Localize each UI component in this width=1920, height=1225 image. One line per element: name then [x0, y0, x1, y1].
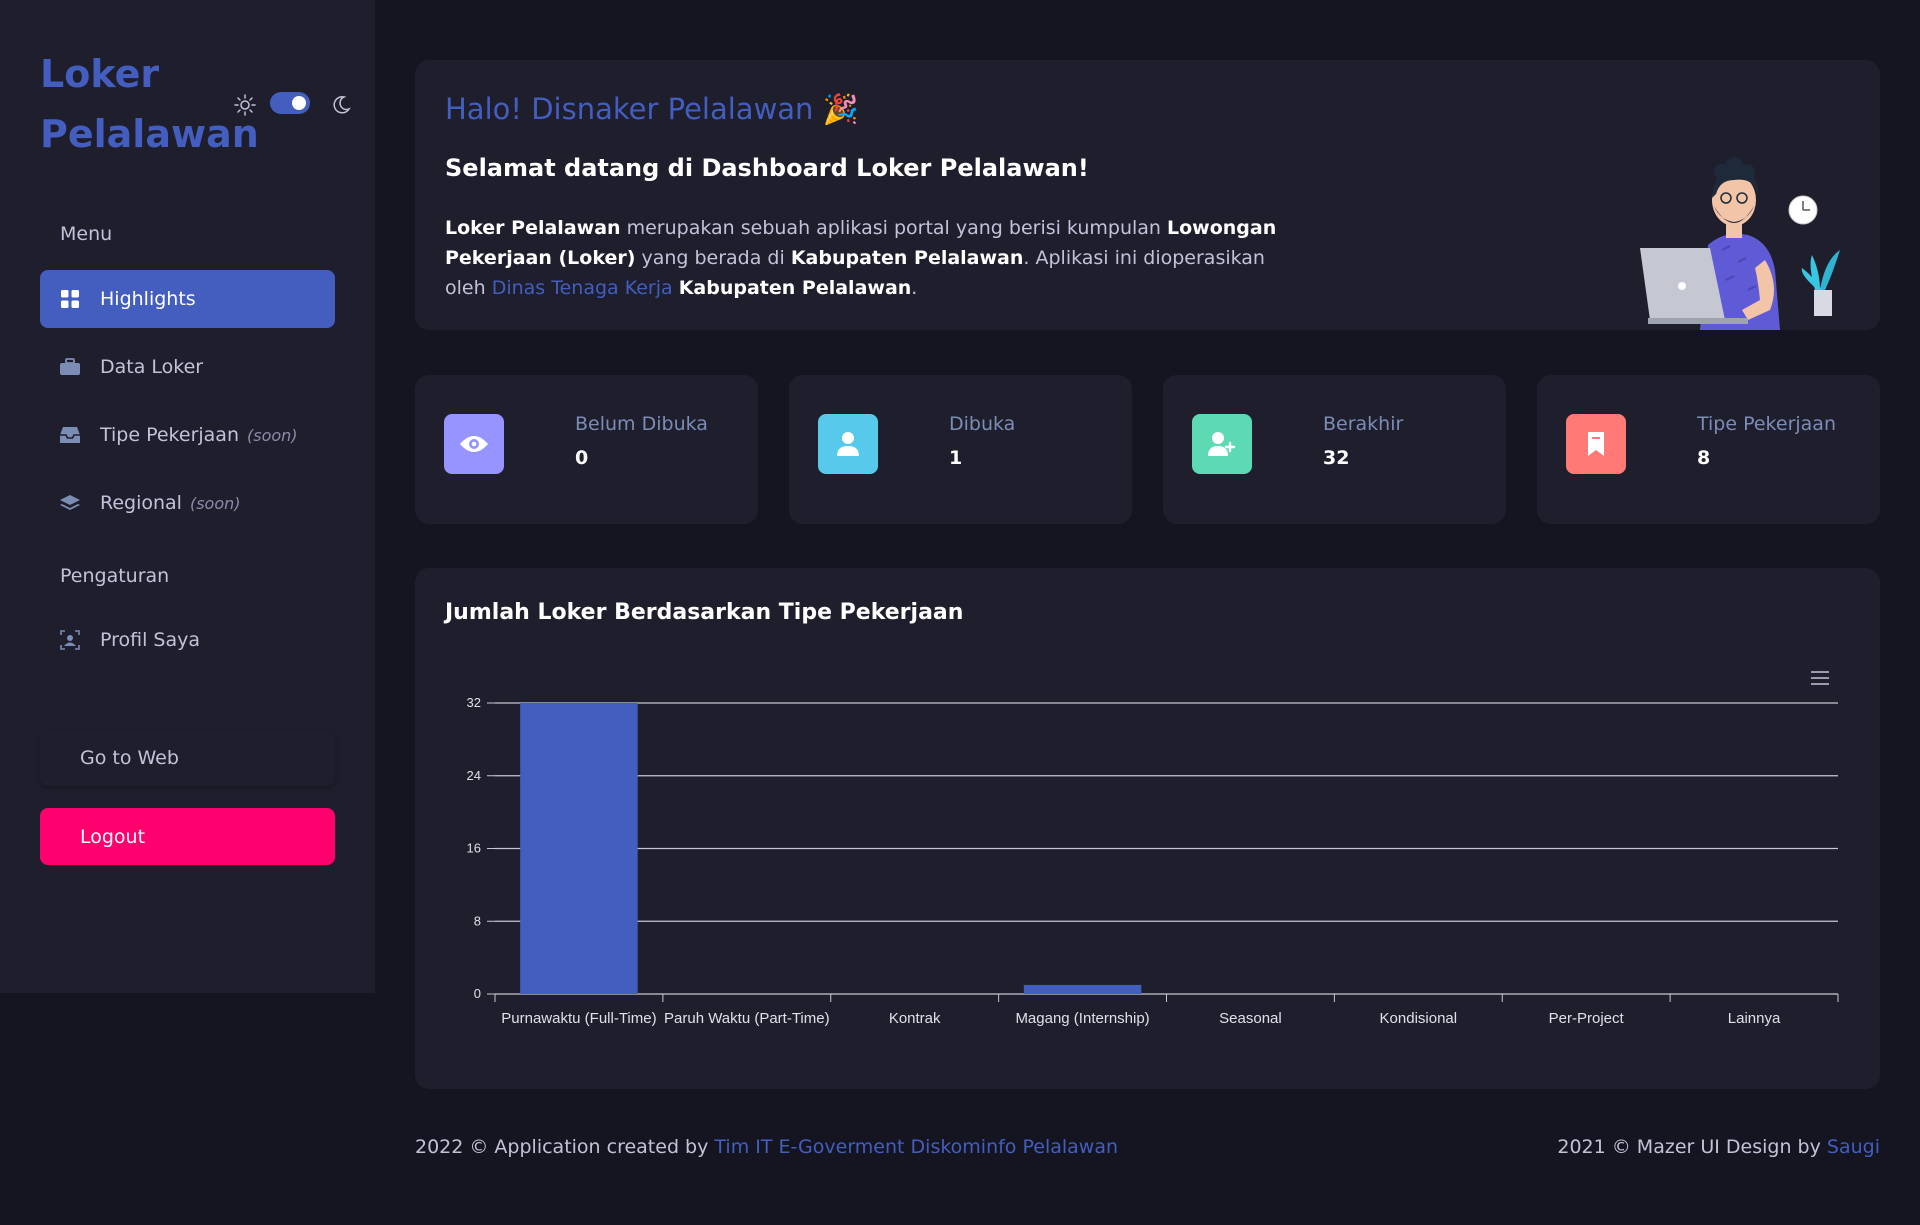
inbox-icon: [60, 425, 80, 445]
bookmark-icon: [1566, 414, 1626, 474]
stat-label: Tipe Pekerjaan: [1697, 413, 1836, 435]
x-tick-label: Purnawaktu (Full-Time): [501, 1010, 656, 1027]
footer-credit-link[interactable]: Tim IT E-Goverment Diskominfo Pelalawan: [714, 1136, 1118, 1158]
sidebar-item-data-loker[interactable]: Data Loker: [40, 338, 335, 396]
switch-knob: [292, 96, 306, 110]
welcome-title: Selamat datang di Dashboard Loker Pelala…: [445, 154, 1089, 182]
person-icon: [818, 414, 878, 474]
soon-badge: (soon): [189, 493, 241, 513]
stat-value: 0: [575, 447, 589, 469]
dark-mode-switch[interactable]: [270, 92, 310, 114]
sidebar-item-highlights[interactable]: Highlights: [40, 270, 335, 328]
y-tick-label: 24: [467, 768, 481, 783]
x-tick-label: Per-Project: [1549, 1010, 1625, 1027]
sidebar-item-label: Profil Saya: [100, 629, 201, 651]
grid-icon: [60, 289, 80, 309]
stat-value: 8: [1697, 447, 1711, 469]
x-tick-label: Lainnya: [1728, 1010, 1781, 1027]
sidebar-item-tipe-pekerjaan[interactable]: Tipe Pekerjaan (soon): [40, 406, 335, 464]
x-tick-label: Seasonal: [1219, 1010, 1282, 1027]
y-tick-label: 0: [474, 986, 481, 1001]
greeting-heading: Halo! Disnaker Pelalawan 🎉: [445, 92, 859, 126]
stat-card-dibuka: Dibuka 1: [789, 375, 1132, 524]
layers-icon: [60, 493, 80, 513]
bar: [1023, 984, 1142, 994]
x-tick-label: Kontrak: [889, 1010, 941, 1027]
brand-line-2: Pelalawan: [40, 112, 259, 156]
stat-label: Belum Dibuka: [575, 413, 708, 435]
chart-card: Jumlah Loker Berdasarkan Tipe Pekerjaan …: [415, 568, 1880, 1089]
person-badge-icon: [60, 630, 80, 650]
brand-logo[interactable]: Loker Pelalawan: [40, 44, 259, 164]
disnaker-link[interactable]: Dinas Tenaga Kerja: [492, 277, 673, 299]
desc-text: yang berada di: [635, 247, 791, 269]
bar: [520, 703, 638, 994]
x-tick-label: Magang (Internship): [1015, 1010, 1149, 1027]
desc-bold: Kabupaten Pelalawan: [678, 277, 912, 299]
sidebar-item-label: Data Loker: [100, 356, 204, 378]
settings-section-title: Pengaturan: [60, 565, 170, 587]
sun-icon: [234, 94, 256, 116]
desc-text: .: [911, 277, 918, 299]
footer-left-text: 2022 © Application created by: [415, 1136, 715, 1158]
brand-line-1: Loker: [40, 52, 160, 96]
desc-bold: Kabupaten Pelalawan: [790, 247, 1024, 269]
y-tick-label: 32: [467, 695, 481, 710]
logout-button[interactable]: Logout: [40, 808, 335, 865]
x-tick-label: Paruh Waktu (Part-Time): [664, 1010, 830, 1027]
sidebar-item-label: Tipe Pekerjaan: [100, 424, 239, 446]
stat-card-tipe-pekerjaan: Tipe Pekerjaan 8: [1537, 375, 1880, 524]
desc-bold: Loker Pelalawan: [445, 217, 621, 239]
stat-label: Berakhir: [1323, 413, 1404, 435]
moon-icon: [333, 96, 351, 114]
footer-right-text: 2021 © Mazer UI Design by: [1557, 1136, 1827, 1158]
bar-chart: 0 8 16 24 32 Purnawaktu (Full-Time) Paruh Wakt…: [467, 671, 1839, 1027]
soon-badge: (soon): [247, 425, 298, 445]
footer-right: 2021 © Mazer UI Design by Saugi: [1557, 1136, 1880, 1158]
footer-design-link[interactable]: Saugi: [1827, 1136, 1880, 1158]
developer-illustration: [1640, 157, 1840, 330]
sidebar-item-label: Highlights: [100, 288, 196, 310]
welcome-card: Halo! Disnaker Pelalawan 🎉 Selamat datan…: [415, 60, 1880, 330]
sidebar-item-regional[interactable]: Regional (soon): [40, 474, 335, 532]
y-tick-label: 16: [467, 841, 481, 856]
x-tick-label: Kondisional: [1380, 1010, 1458, 1027]
desc-text: merupakan sebuah aplikasi portal yang be…: [620, 217, 1168, 239]
stat-value: 32: [1323, 447, 1350, 469]
menu-section-title: Menu: [60, 223, 113, 245]
go-to-web-button[interactable]: Go to Web: [40, 730, 335, 786]
sidebar-item-label: Regional: [100, 492, 182, 514]
stat-card-berakhir: Berakhir 32: [1163, 375, 1506, 524]
stat-value: 1: [949, 447, 963, 469]
footer-left: 2022 © Application created by Tim IT E-G…: [415, 1136, 1118, 1158]
stat-label: Dibuka: [949, 413, 1016, 435]
person-add-icon: [1192, 414, 1252, 474]
sidebar: Loker Pelalawan Menu Highlights Data Lok…: [0, 0, 375, 993]
eye-icon: [444, 414, 504, 474]
briefcase-icon: [60, 357, 80, 377]
welcome-description: Loker Pelalawan merupakan sebuah aplikas…: [445, 213, 1305, 303]
sidebar-item-profil-saya[interactable]: Profil Saya: [40, 611, 335, 669]
y-tick-label: 8: [474, 913, 481, 928]
stat-card-belum-dibuka: Belum Dibuka 0: [415, 375, 758, 524]
